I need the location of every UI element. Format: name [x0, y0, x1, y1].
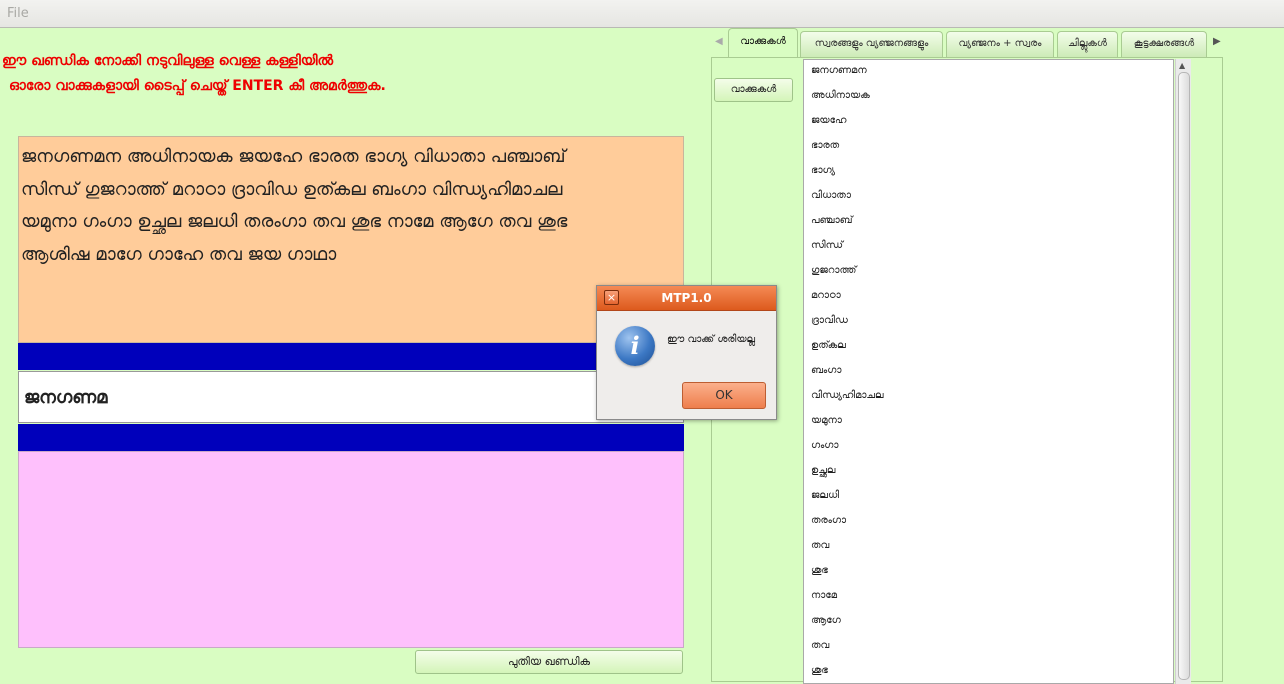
list-item[interactable]: നാമേ — [804, 585, 1173, 610]
tab-words[interactable]: വാക്കുകൾ — [728, 28, 798, 58]
tab-vowels-consonants[interactable]: സ്വരങ്ങളും വ്യഞ്ജനങ്ങളും — [800, 31, 943, 57]
list-item[interactable]: ഗുജറാത്ത് — [804, 260, 1173, 285]
reference-paragraph: ജനഗണമന അധിനായക ജയഹേ ഭാരത ഭാഗ്യ വിധാതാ പഞ… — [18, 136, 684, 343]
new-paragraph-button[interactable]: പുതിയ ഖണ്ഡിക — [415, 650, 683, 674]
instruction-line-2: ഓരോ വാക്കുകളായി ടൈപ്പ് ചെയ്ത് ENTER കീ അ… — [9, 78, 386, 94]
list-item[interactable]: തരംഗാ — [804, 510, 1173, 535]
info-icon: i — [615, 326, 655, 366]
list-item[interactable]: യമുനാ — [804, 410, 1173, 435]
list-item[interactable]: തവ — [804, 635, 1173, 660]
tab-scroll-right-icon[interactable]: ▶ — [1213, 36, 1221, 47]
paragraph-line: സിന്ധ് ഗുജറാത്ത് മറാഠാ ദ്രാവിഡ ഉത്കല ബംഗ… — [21, 178, 563, 200]
list-item[interactable]: ജനഗണമന — [804, 60, 1173, 85]
dialog-titlebar: × MTP1.0 — [597, 286, 776, 311]
list-item[interactable]: ഗംഗാ — [804, 435, 1173, 460]
list-item[interactable]: ഭാരത — [804, 135, 1173, 160]
bottom-divider-bar — [18, 424, 684, 451]
list-item[interactable]: തവ — [804, 535, 1173, 560]
list-item[interactable]: ജയഹേ — [804, 110, 1173, 135]
menubar: File — [0, 0, 1284, 28]
tab-conjuncts[interactable]: കൂട്ടക്ഷരങ്ങൾ — [1121, 31, 1207, 57]
list-item[interactable]: ആഗേ — [804, 610, 1173, 635]
list-item[interactable]: വിധാതാ — [804, 185, 1173, 210]
paragraph-line: യമുനാ ഗംഗാ ഉച്ഛല ജലധി തരംഗാ തവ ശുഭ നാമേ … — [21, 211, 568, 232]
paragraph-line: ജനഗണമന അധിനായക ജയഹേ ഭാരത ഭാഗ്യ വിധാതാ പഞ… — [21, 146, 566, 167]
list-item[interactable]: ഉത്കല — [804, 335, 1173, 360]
instruction-line-1: ഈ ഖണ്ഡിക നോക്കി നടുവിലുള്ള വെള്ള കള്ളിയി… — [2, 53, 334, 69]
list-item[interactable]: സിന്ധ് — [804, 235, 1173, 260]
list-item[interactable]: ബംഗാ — [804, 360, 1173, 385]
list-item[interactable]: ശുഭ — [804, 560, 1173, 585]
list-item[interactable]: ഭാഗ്യ — [804, 160, 1173, 185]
tab-consonant-vowel[interactable]: വ്യഞ്ജനം + സ്വരം — [946, 31, 1054, 57]
dialog-message: ഈ വാക്ക് ശരിയല്ല — [667, 334, 756, 345]
tab-chillu[interactable]: ചില്ലുകൾ — [1057, 31, 1118, 57]
list-item[interactable]: ദ്രാവിഡ — [804, 310, 1173, 335]
scrollbar-thumb[interactable] — [1178, 72, 1190, 680]
typing-input[interactable]: ജനഗണമ — [18, 371, 684, 423]
file-menu[interactable]: File — [7, 6, 29, 21]
dialog-title: MTP1.0 — [661, 291, 712, 305]
list-item[interactable]: വിന്ധ്യഹിമാചല — [804, 385, 1173, 410]
list-item[interactable]: മറാഠാ — [804, 285, 1173, 310]
list-item[interactable]: പഞ്ചാബ് — [804, 210, 1173, 235]
list-item[interactable]: ശുഭ — [804, 660, 1173, 683]
ok-button[interactable]: OK — [682, 382, 766, 409]
message-dialog: × MTP1.0 i ഈ വാക്ക് ശരിയല്ല OK — [596, 285, 777, 420]
top-divider-bar — [18, 343, 684, 370]
feedback-area — [18, 451, 684, 648]
list-item[interactable]: ഉച്ഛല — [804, 460, 1173, 485]
tab-scroll-left-icon[interactable]: ◀ — [715, 36, 723, 47]
paragraph-line: ആശിഷ മാഗേ ഗാഹേ തവ ജയ ഗാഥാ — [21, 243, 337, 265]
word-list[interactable]: ജനഗണമന അധിനായക ജയഹേ ഭാരത ഭാഗ്യ വിധാതാ പഞ്ചാബ് സ… — [803, 59, 1174, 684]
scroll-up-icon[interactable]: ▲ — [1179, 61, 1185, 70]
list-item[interactable]: അധിനായക — [804, 85, 1173, 110]
word-list-scrollbar[interactable]: ▲ — [1175, 59, 1191, 684]
list-item[interactable]: ജലധി — [804, 485, 1173, 510]
words-button[interactable]: വാക്കുകൾ — [714, 78, 793, 102]
